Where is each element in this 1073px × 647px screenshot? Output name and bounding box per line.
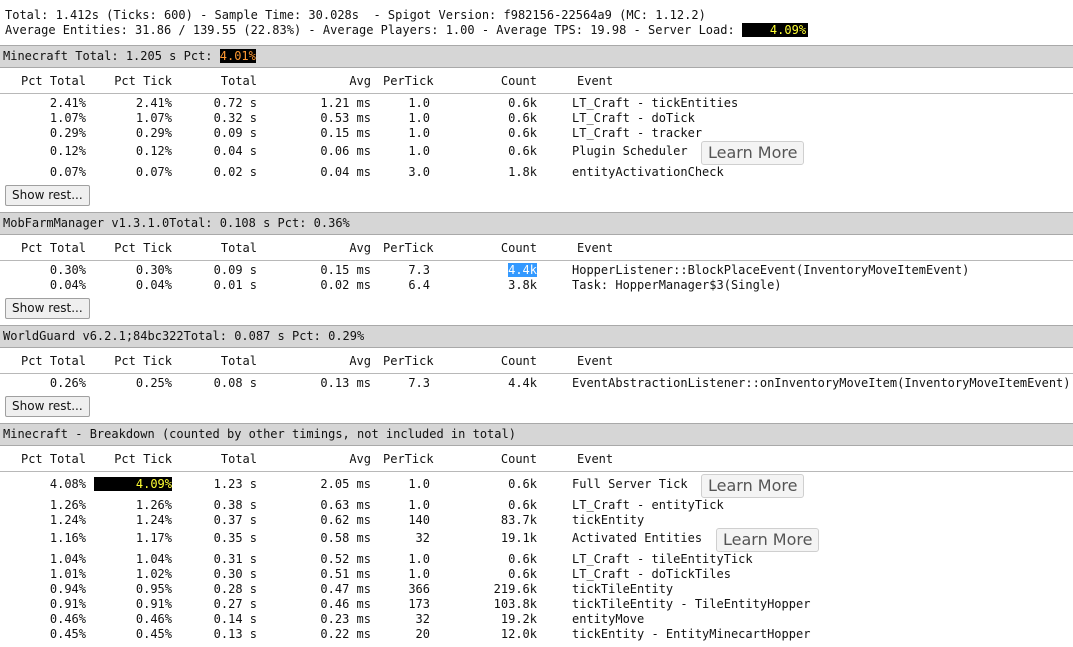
table-row: 1.26% 1.26% 0.38 s 0.63 ms 1.0 0.6k LT_C… — [0, 498, 1073, 513]
cell-count: 0.6k — [508, 111, 537, 125]
cell-event: entityMove — [572, 612, 645, 626]
column-header-row: Pct Total Pct Tick Total Avg PerTick Cou… — [0, 241, 1073, 257]
section-pct-highlight: 4.01% — [219, 49, 256, 63]
cell-count: 19.1k — [500, 531, 537, 545]
cell-event: HopperListener::BlockPlaceEvent(Inventor… — [572, 263, 970, 277]
cell-count: 103.8k — [493, 597, 537, 611]
table-row: 0.30% 0.30% 0.09 s 0.15 ms 7.3 4.4k Hopp… — [0, 263, 1073, 278]
table-row: 0.46% 0.46% 0.14 s 0.23 ms 32 19.2k enti… — [0, 612, 1073, 627]
summary-line-1: Total: 1.412s (Ticks: 600) - Sample Time… — [5, 8, 706, 22]
col-count[interactable]: Count — [0, 241, 537, 256]
cell-count: 0.6k — [508, 567, 537, 581]
col-count[interactable]: Count — [0, 74, 537, 89]
section-header-mobfarmmanager[interactable]: MobFarmManager v1.3.1.0Total: 0.108 s Pc… — [0, 212, 1073, 235]
cell-count: 0.6k — [508, 552, 537, 566]
cell-count: 0.6k — [508, 498, 537, 512]
cell-count: 12.0k — [500, 627, 537, 641]
table-row: 0.07% 0.07% 0.02 s 0.04 ms 3.0 1.8k enti… — [0, 165, 1073, 180]
col-count[interactable]: Count — [0, 452, 537, 467]
table-row: 1.24% 1.24% 0.37 s 0.62 ms 140 83.7k tic… — [0, 513, 1073, 528]
cell-event: Full Server Tick — [572, 477, 688, 491]
cell-event: LT_Craft - tileEntityTick — [572, 552, 753, 566]
timings-summary: Total: 1.412s (Ticks: 600) - Sample Time… — [5, 8, 809, 38]
table-row: 0.12% 0.12% 0.04 s 0.06 ms 1.0 0.6k Plug… — [0, 144, 1073, 159]
column-header-row: Pct Total Pct Tick Total Avg PerTick Cou… — [0, 74, 1073, 90]
table-row: 1.16% 1.17% 0.35 s 0.58 ms 32 19.1k Acti… — [0, 531, 1073, 546]
section-title: WorldGuard v6.2.1;84bc322Total: 0.087 s … — [3, 329, 365, 343]
cell-event: EventAbstractionListener::onInventoryMov… — [572, 376, 1071, 390]
cell-count: 0.6k — [508, 96, 537, 110]
column-header-row: Pct Total Pct Tick Total Avg PerTick Cou… — [0, 452, 1073, 468]
table-row: 0.26% 0.25% 0.08 s 0.13 ms 7.3 4.4k Even… — [0, 376, 1073, 391]
cell-count: 83.7k — [500, 513, 537, 527]
table-row: 0.29% 0.29% 0.09 s 0.15 ms 1.0 0.6k LT_C… — [0, 126, 1073, 141]
section-title: Minecraft Total: 1.205 s Pct: — [3, 49, 220, 63]
learn-more-button[interactable]: Learn More — [701, 474, 805, 498]
section-header-breakdown[interactable]: Minecraft - Breakdown (counted by other … — [0, 423, 1073, 446]
cell-count: 1.8k — [508, 165, 537, 179]
cell-event: tickEntity - EntityMinecartHopper — [572, 627, 811, 641]
cell-event: LT_Craft - doTick — [572, 111, 695, 125]
table-row: 0.45% 0.45% 0.13 s 0.22 ms 20 12.0k tick… — [0, 627, 1073, 642]
col-event[interactable]: Event — [577, 452, 613, 467]
cell-count: 0.6k — [508, 126, 537, 140]
divider — [0, 93, 1073, 94]
table-row: 0.04% 0.04% 0.01 s 0.02 ms 6.4 3.8k Task… — [0, 278, 1073, 293]
cell-count: 4.4k — [508, 376, 537, 390]
show-rest-button[interactable]: Show rest... — [5, 396, 90, 417]
cell-count: 0.6k — [508, 144, 537, 158]
table-row: 1.04% 1.04% 0.31 s 0.52 ms 1.0 0.6k LT_C… — [0, 552, 1073, 567]
cell-event: tickTileEntity — [572, 582, 674, 596]
cell-event: LT_Craft - tracker — [572, 126, 703, 140]
col-count[interactable]: Count — [0, 354, 537, 369]
show-rest-button[interactable]: Show rest... — [5, 185, 90, 206]
col-event[interactable]: Event — [577, 241, 613, 256]
cell-event: LT_Craft - tickEntities — [572, 96, 739, 110]
cell-event: Plugin Scheduler — [572, 144, 688, 158]
col-event[interactable]: Event — [577, 74, 613, 89]
table-row: 2.41% 2.41% 0.72 s 1.21 ms 1.0 0.6k LT_C… — [0, 96, 1073, 111]
divider — [0, 373, 1073, 374]
server-load-value: 4.09% — [741, 23, 809, 37]
section-header-worldguard[interactable]: WorldGuard v6.2.1;84bc322Total: 0.087 s … — [0, 325, 1073, 348]
column-header-row: Pct Total Pct Tick Total Avg PerTick Cou… — [0, 354, 1073, 370]
learn-more-button[interactable]: Learn More — [716, 528, 820, 552]
table-row: 0.94% 0.95% 0.28 s 0.47 ms 366 219.6k ti… — [0, 582, 1073, 597]
table-row: 4.08% 4.09% 1.23 s 2.05 ms 1.0 0.6k Full… — [0, 477, 1073, 492]
cell-count: 19.2k — [500, 612, 537, 626]
cell-event: Activated Entities — [572, 531, 703, 545]
cell-event: tickEntity — [572, 513, 645, 527]
cell-event: tickTileEntity - TileEntityHopper — [572, 597, 811, 611]
cell-event: LT_Craft - doTickTiles — [572, 567, 731, 581]
selected-text: 4.4k — [508, 263, 537, 277]
show-rest-button[interactable]: Show rest... — [5, 298, 90, 319]
cell-event: entityActivationCheck — [572, 165, 724, 179]
cell-event: Task: HopperManager$3(Single) — [572, 278, 782, 292]
cell-count: 219.6k — [493, 582, 537, 596]
table-row: 1.01% 1.02% 0.30 s 0.51 ms 1.0 0.6k LT_C… — [0, 567, 1073, 582]
section-title: MobFarmManager v1.3.1.0Total: 0.108 s Pc… — [3, 216, 350, 230]
cell-count: 4.4k — [0, 263, 537, 278]
divider — [0, 260, 1073, 261]
learn-more-button[interactable]: Learn More — [701, 141, 805, 165]
summary-line-2: Average Entities: 31.86 / 139.55 (22.83%… — [5, 23, 742, 37]
table-row: 0.91% 0.91% 0.27 s 0.46 ms 173 103.8k ti… — [0, 597, 1073, 612]
section-title: Minecraft - Breakdown (counted by other … — [3, 427, 516, 441]
divider — [0, 471, 1073, 472]
cell-count: 3.8k — [508, 278, 537, 292]
table-row: 1.07% 1.07% 0.32 s 0.53 ms 1.0 0.6k LT_C… — [0, 111, 1073, 126]
col-event[interactable]: Event — [577, 354, 613, 369]
cell-count: 0.6k — [508, 477, 537, 491]
cell-event: LT_Craft - entityTick — [572, 498, 724, 512]
section-header-minecraft[interactable]: Minecraft Total: 1.205 s Pct: 4.01% — [0, 45, 1073, 68]
